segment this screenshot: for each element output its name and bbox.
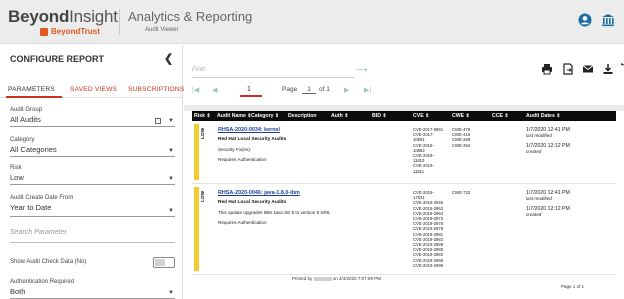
print-icon[interactable] [541,63,553,75]
institution-icon[interactable] [601,13,615,27]
current-page-number: 1 [247,86,251,93]
export-icon[interactable] [562,63,574,75]
cwe-list: CWE-476 CWE-416 CWE-269 CWE-264 [452,127,471,148]
auth-required-select[interactable]: Authentication Required Both ▼ [10,279,175,299]
report-table: Risk ⇕ Audit Name ⇕ Category ⇕ Descripti… [192,111,616,299]
col-audit-name[interactable]: Audit Name ⇕ [217,113,252,119]
auth-required-value: Both [10,287,26,296]
redacted-username [313,276,332,281]
email-icon[interactable] [582,63,594,75]
col-cwe[interactable]: CWE ⇕ [452,113,470,119]
category-label: Category [10,137,35,143]
first-page-icon[interactable]: |◀ [192,86,199,94]
chevron-down-icon: ▼ [168,208,174,214]
col-bid[interactable]: BID ⇕ [372,113,387,119]
col-description: Description [288,113,317,119]
audit-group-select[interactable]: Audit Group All Audits ▼ [10,107,175,127]
audit-dates: 1/7/2020 12:41 PM last modified 1/7/2020… [526,190,570,217]
category-value: All Categories [10,145,57,154]
page-number-input[interactable]: 1 [302,86,316,94]
printed-by-footer: Printed by on 2/4/2020 7:07:09 PM [292,276,381,281]
tab-parameters[interactable]: PARAMETERS [8,86,55,93]
audit-group-value: All Audits [10,115,41,124]
table-row: LOW RHSA-2020-0046: java-1.8.0-ibm Red H… [192,187,616,271]
product-logo[interactable]: BeyondInsight [8,7,118,27]
download-icon[interactable] [602,63,614,75]
tab-subscriptions[interactable]: SUBSCRIPTIONS [128,86,184,93]
collapse-panel-button[interactable]: ❮ [164,52,173,65]
active-tab-indicator [6,96,62,98]
audit-description: Security Fix(es): [218,147,252,152]
table-header: Risk ⇕ Audit Name ⇕ Category ⇕ Descripti… [192,111,616,121]
next-page-icon[interactable]: ▶ [344,86,349,94]
audit-group-label: Audit Group [10,107,43,113]
page-count: of 1 [319,86,330,93]
footer-page-count: Page 1 of 1 [561,284,585,289]
audit-auth-note: Requires Authentication [218,220,267,225]
app-title: Analytics & Reporting [128,9,253,24]
find-input[interactable]: Find [192,66,354,78]
header-divider [119,9,120,35]
user-account-icon[interactable] [578,13,592,27]
risk-indicator [194,124,199,180]
last-page-icon[interactable]: ▶| [364,86,371,94]
audit-link[interactable]: RHSA-2020-0034: kernel [218,127,280,133]
audit-dates: 1/7/2020 12:41 PM last modified 1/7/2020… [526,127,570,154]
panel-tabs: PARAMETERS SAVED VIEWS SUBSCRIPTIONS [0,78,184,98]
risk-level: LOW [201,190,206,202]
audit-category: Red Hat Local Security Audits [218,137,287,142]
audit-auth-note: Requires Authentication [218,157,267,162]
col-cve[interactable]: CVE ⇕ [413,113,429,119]
search-parameter-input[interactable]: Search Parameter [10,229,175,243]
audit-category: Red Hat Local Security Audits [218,200,287,205]
current-page-indicator [240,95,262,97]
tab-saved-views[interactable]: SAVED VIEWS [70,86,117,93]
show-check-data-row: Show Audit Check Data (No) [10,259,175,269]
cwe-list: CWE-732 [452,190,471,195]
risk-level: LOW [201,127,206,139]
col-audit-dates[interactable]: Audit Dates ⇕ [526,113,561,119]
page-label: Page [282,86,298,93]
risk-select[interactable]: Risk Low ▼ [10,165,175,185]
pager: |◀ ◀ 1 Page 1 of 1 ▶ ▶| [184,84,384,97]
risk-indicator [194,187,199,271]
configure-report-panel: CONFIGURE REPORT ❮ PARAMETERS SAVED VIEW… [0,45,184,299]
report-viewer: Find ⟶ |◀ ◀ 1 Page 1 of 1 ▶ ▶| Risk ⇕ Au… [184,45,624,299]
cve-list: CVE-2019- 17631 CVE-2019-2945 CVE-2019-296… [413,190,444,268]
risk-value: Low [10,173,24,182]
col-cce[interactable]: CCE ⇕ [492,113,509,119]
app-subtitle: Audit Viewer [145,27,179,33]
chevron-down-icon: ▼ [168,118,174,124]
chevron-down-icon: ▼ [168,148,174,154]
prev-page-icon[interactable]: ◀ [212,86,217,94]
chevron-down-icon: ▼ [168,290,174,296]
risk-label: Risk [10,165,22,171]
col-category[interactable]: Category ⇕ [251,113,279,119]
multi-select-icon[interactable] [155,118,161,124]
find-next-icon[interactable]: ⟶ [356,65,367,74]
show-check-data-toggle[interactable] [153,257,175,268]
category-select[interactable]: Category All Categories ▼ [10,137,175,157]
col-risk[interactable]: Risk ⇕ [194,113,211,119]
app-header: BeyondInsight BeyondTrust Analytics & Re… [0,0,624,44]
vendor-logo: BeyondTrust [40,27,100,36]
create-date-select[interactable]: Audit Create Date From Year to Date ▼ [10,195,175,217]
search-parameter-placeholder: Search Parameter [10,229,67,236]
chevron-down-icon: ▼ [168,176,174,182]
auth-required-label: Authentication Required [10,279,75,285]
panel-title: CONFIGURE REPORT [10,54,105,64]
create-date-label: Audit Create Date From [10,195,74,201]
show-check-data-label: Show Audit Check Data (No) [10,259,87,265]
vendor-logo-icon [40,27,48,36]
table-row: LOW RHSA-2020-0034: kernel Red Hat Local… [192,124,616,180]
col-auth[interactable]: Auth ⇕ [331,113,349,119]
audit-description: This update upgrades IBM Java SE 8 to ve… [218,210,331,215]
audit-link[interactable]: RHSA-2020-0046: java-1.8.0-ibm [218,190,300,196]
create-date-value: Year to Date [10,203,52,212]
cve-list: CVE-2017-0861 CVE-2017- 10661 CVE-2018- 108… [413,127,444,174]
